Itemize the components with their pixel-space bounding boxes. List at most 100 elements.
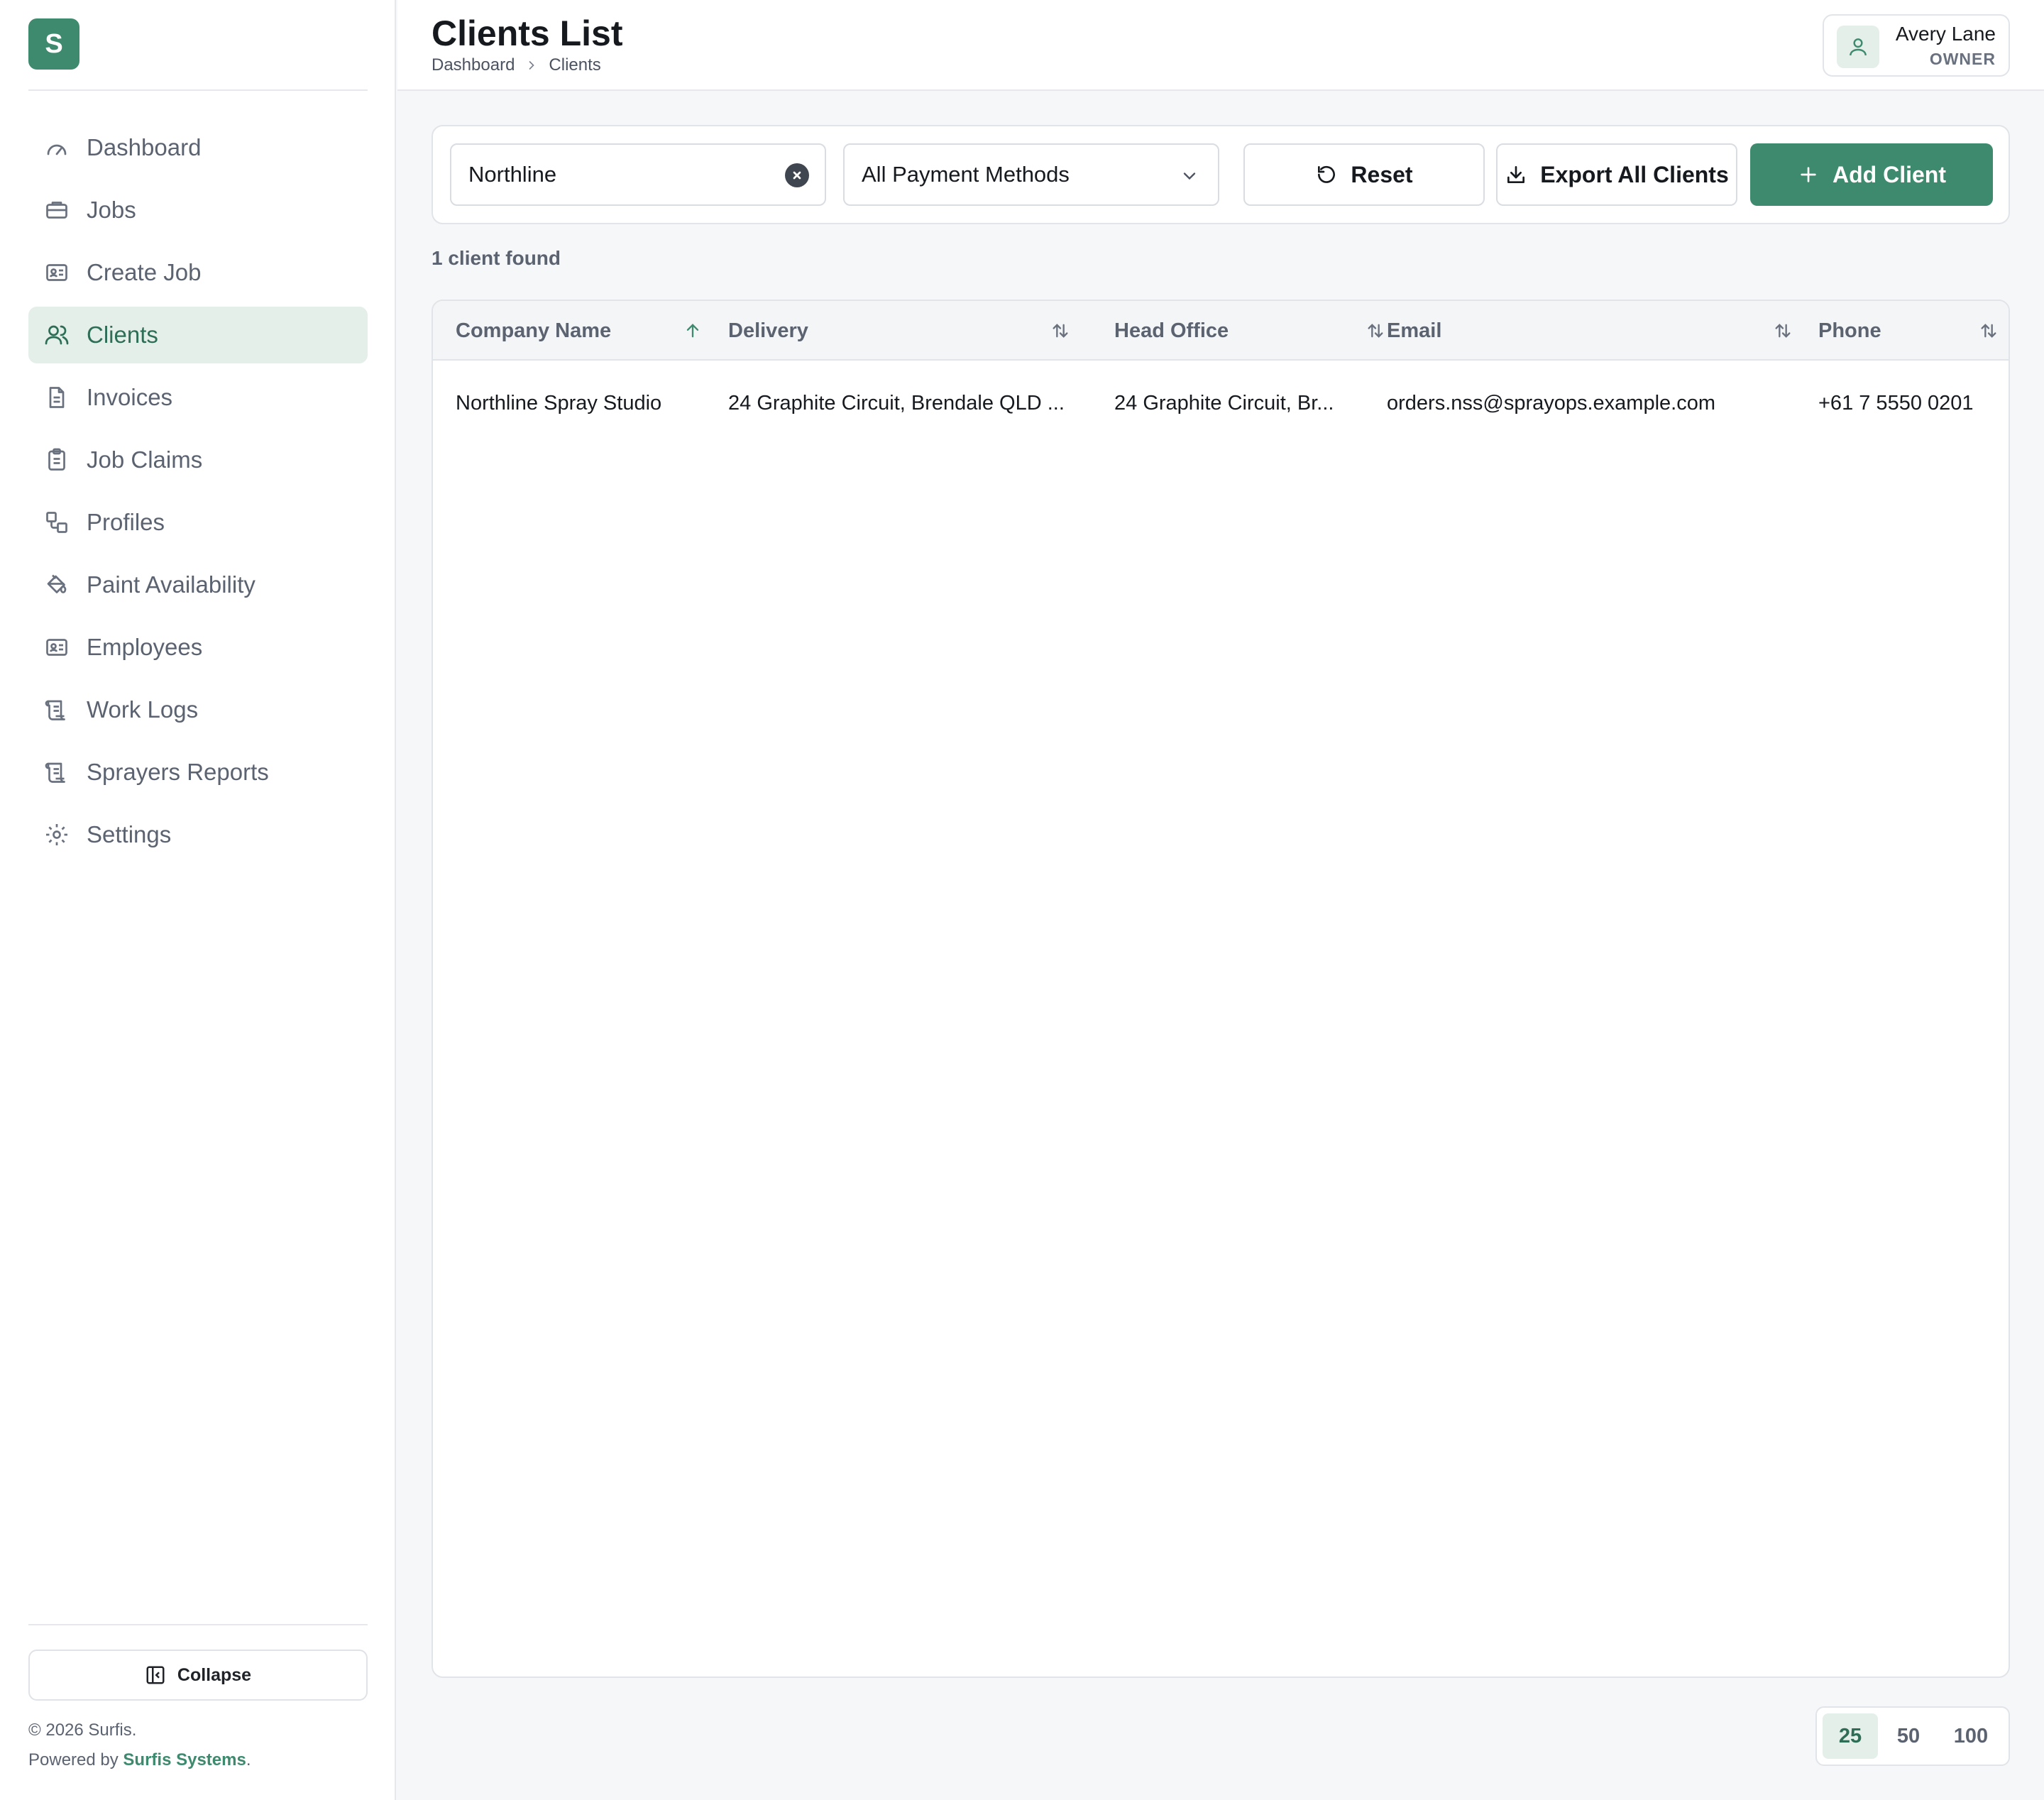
cell-company-name: Northline Spray Studio bbox=[456, 392, 662, 415]
sidebar-divider bbox=[28, 1624, 368, 1625]
sidebar: S Dashboard Jobs Create Job Clients Invo… bbox=[0, 0, 396, 1800]
scroll-icon bbox=[45, 762, 65, 783]
breadcrumb-dashboard[interactable]: Dashboard bbox=[432, 55, 515, 75]
file-text-icon bbox=[49, 387, 65, 408]
payment-method-select[interactable]: All Payment Methods bbox=[843, 143, 1219, 206]
sidebar-item-label: Profiles bbox=[87, 509, 165, 535]
sidebar-item-paint-availability[interactable]: Paint Availability bbox=[28, 556, 368, 613]
sidebar-item-label: Sprayers Reports bbox=[87, 759, 269, 785]
column-email[interactable]: Email bbox=[1387, 301, 1798, 361]
payment-method-value: All Payment Methods bbox=[862, 162, 1070, 187]
page-size-selector: 25 50 100 bbox=[1815, 1706, 2010, 1766]
page-title: Clients List bbox=[432, 13, 623, 53]
gear-icon bbox=[46, 824, 67, 845]
sidebar-item-label: Job Claims bbox=[87, 446, 203, 473]
sidebar-item-label: Settings bbox=[87, 821, 172, 847]
sidebar-item-label: Work Logs bbox=[87, 696, 199, 723]
clear-search-button[interactable] bbox=[785, 163, 809, 187]
id-card-icon bbox=[46, 639, 67, 656]
sidebar-item-create-job[interactable]: Create Job bbox=[28, 244, 368, 301]
sort-icon bbox=[1775, 324, 1791, 338]
table-row[interactable]: Northline Spray Studio 24 Graphite Circu… bbox=[433, 362, 2009, 451]
column-label: Phone bbox=[1818, 319, 1881, 342]
chevron-down-icon bbox=[1183, 172, 1196, 180]
column-label: Delivery bbox=[728, 319, 808, 342]
sidebar-item-jobs[interactable]: Jobs bbox=[28, 182, 368, 238]
powered-suffix: . bbox=[246, 1750, 251, 1769]
user-menu[interactable]: Avery Lane OWNER bbox=[1823, 14, 2010, 77]
close-icon bbox=[793, 171, 801, 180]
sidebar-item-profiles[interactable]: Profiles bbox=[28, 494, 368, 551]
chevron-right-icon bbox=[529, 61, 535, 70]
collapse-button[interactable]: Collapse bbox=[28, 1650, 368, 1701]
sidebar-item-label: Create Job bbox=[87, 259, 202, 285]
paint-bucket-icon bbox=[47, 574, 67, 593]
reset-button[interactable]: Reset bbox=[1243, 143, 1485, 206]
sidebar-item-label: Jobs bbox=[87, 197, 136, 223]
page-size-50[interactable]: 50 bbox=[1878, 1713, 1939, 1759]
sidebar-nav: Dashboard Jobs Create Job Clients Invoic… bbox=[28, 119, 368, 869]
clients-table: Company Name Delivery Head Office Email … bbox=[432, 300, 2010, 1678]
column-head-office[interactable]: Head Office bbox=[1114, 301, 1384, 361]
sidebar-item-label: Clients bbox=[87, 322, 158, 348]
sidebar-item-invoices[interactable]: Invoices bbox=[28, 369, 368, 426]
cell-phone: +61 7 5550 0201 bbox=[1818, 392, 1974, 415]
sort-icon bbox=[1053, 324, 1068, 338]
export-all-clients-button[interactable]: Export All Clients bbox=[1496, 143, 1737, 206]
export-label: Export All Clients bbox=[1540, 161, 1729, 187]
powered-brand-link[interactable]: Surfis Systems bbox=[123, 1750, 246, 1769]
user-role: OWNER bbox=[1929, 50, 1996, 68]
sidebar-item-job-claims[interactable]: Job Claims bbox=[28, 432, 368, 488]
column-phone[interactable]: Phone bbox=[1818, 301, 2003, 361]
top-header: Clients List Dashboard Clients Avery Lan… bbox=[397, 0, 2044, 91]
copyright-text: © 2026 Surfis. bbox=[28, 1721, 137, 1740]
scroll-icon bbox=[45, 700, 65, 720]
sidebar-item-dashboard[interactable]: Dashboard bbox=[28, 119, 368, 176]
sidebar-item-label: Dashboard bbox=[87, 134, 202, 160]
powered-by-text: Powered by Surfis Systems. bbox=[28, 1750, 251, 1770]
sidebar-item-settings[interactable]: Settings bbox=[28, 806, 368, 863]
search-input[interactable]: Northline bbox=[450, 143, 826, 206]
cell-delivery: 24 Graphite Circuit, Brendale QLD ... bbox=[728, 392, 1065, 415]
page-size-25[interactable]: 25 bbox=[1823, 1713, 1878, 1759]
add-client-label: Add Client bbox=[1833, 161, 1946, 187]
sidebar-item-work-logs[interactable]: Work Logs bbox=[28, 681, 368, 738]
add-client-button[interactable]: Add Client bbox=[1750, 143, 1993, 206]
rotate-ccw-icon bbox=[1318, 165, 1336, 183]
sidebar-item-employees[interactable]: Employees bbox=[28, 619, 368, 676]
collapse-label: Collapse bbox=[177, 1664, 252, 1685]
briefcase-icon bbox=[46, 202, 67, 219]
avatar bbox=[1837, 26, 1879, 68]
reset-label: Reset bbox=[1351, 161, 1413, 187]
sort-asc-icon bbox=[686, 324, 699, 338]
sidebar-item-clients[interactable]: Clients bbox=[28, 307, 368, 363]
column-delivery[interactable]: Delivery bbox=[728, 301, 1069, 361]
sort-icon bbox=[1368, 324, 1383, 338]
column-label: Email bbox=[1387, 319, 1442, 342]
gauge-icon bbox=[47, 144, 67, 155]
user-name: Avery Lane bbox=[1895, 23, 1996, 45]
download-icon bbox=[1507, 166, 1525, 183]
app-logo[interactable]: S bbox=[28, 18, 79, 70]
shapes-icon bbox=[46, 512, 67, 533]
filter-bar: Northline All Payment Methods Reset Expo… bbox=[432, 125, 2010, 224]
id-card-icon bbox=[46, 264, 67, 281]
cell-head-office: 24 Graphite Circuit, Br... bbox=[1114, 392, 1334, 415]
cell-email: orders.nss@sprayops.example.com bbox=[1387, 392, 1716, 415]
column-label: Head Office bbox=[1114, 319, 1229, 342]
column-company-name[interactable]: Company Name bbox=[456, 301, 699, 361]
sidebar-divider bbox=[28, 89, 368, 91]
users-icon bbox=[45, 325, 69, 345]
sidebar-item-label: Paint Availability bbox=[87, 571, 256, 598]
sidebar-item-sprayers-reports[interactable]: Sprayers Reports bbox=[28, 744, 368, 801]
results-count: 1 client found bbox=[432, 247, 561, 269]
panel-left-icon bbox=[146, 1666, 165, 1684]
page-size-100[interactable]: 100 bbox=[1939, 1713, 2003, 1759]
breadcrumb-clients: Clients bbox=[549, 55, 601, 75]
breadcrumb: Dashboard Clients bbox=[432, 55, 601, 75]
table-header: Company Name Delivery Head Office Email … bbox=[433, 301, 2009, 361]
sidebar-item-label: Invoices bbox=[87, 384, 173, 410]
search-value: Northline bbox=[468, 162, 557, 187]
sort-icon bbox=[1981, 324, 1996, 338]
column-label: Company Name bbox=[456, 319, 612, 342]
